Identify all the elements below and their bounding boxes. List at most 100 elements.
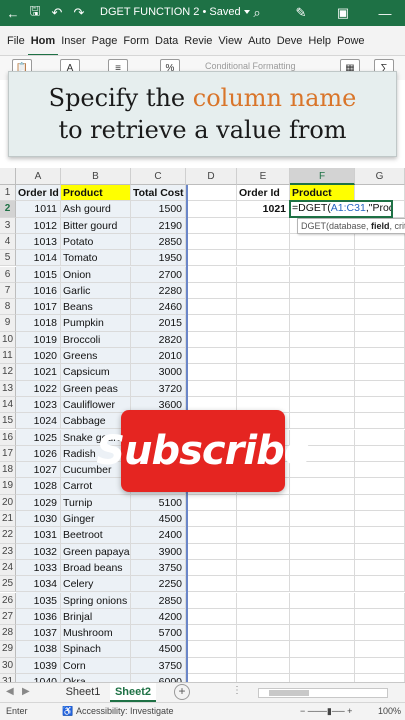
grid-cell[interactable]	[186, 592, 237, 609]
conditional-formatting-button[interactable]: Conditional Formatting	[205, 61, 296, 71]
cell-product[interactable]: Brinjal	[61, 608, 131, 626]
header-product[interactable]: Product	[61, 185, 131, 202]
grid-cell[interactable]	[355, 299, 405, 316]
grid-cell[interactable]	[290, 250, 355, 267]
cell-order-id[interactable]: 1020	[16, 348, 61, 365]
cell-order-id[interactable]: 1032	[16, 543, 61, 560]
cell-product[interactable]: Ash gourd	[61, 201, 131, 218]
header-total-cost[interactable]: Total Cost	[131, 185, 186, 202]
cell-order-id[interactable]: 1037	[16, 625, 61, 642]
grid-cell[interactable]	[355, 380, 405, 397]
row-header[interactable]: 25	[0, 576, 16, 593]
row-header[interactable]: 8	[0, 299, 16, 316]
accessibility-status[interactable]: Accessibility: Investigate	[76, 703, 174, 720]
grid-cell[interactable]	[237, 380, 290, 397]
cell-order-id[interactable]: 1014	[16, 250, 61, 267]
cell-total-cost[interactable]: 2400	[131, 527, 186, 544]
cell-total-cost[interactable]: 4200	[131, 608, 186, 626]
row-header[interactable]: 26	[0, 592, 16, 609]
cell-order-id[interactable]: 1012	[16, 217, 61, 234]
cell-total-cost[interactable]: 3750	[131, 559, 186, 577]
cell-order-id[interactable]: 1017	[16, 299, 61, 316]
cell-product[interactable]: Mushroom	[61, 625, 131, 642]
cell-order-id[interactable]: 1033	[16, 559, 61, 577]
menu-review[interactable]: Revie	[181, 26, 215, 55]
column-header-a[interactable]: A	[16, 168, 61, 185]
cell-product[interactable]: Capsicum	[61, 364, 131, 381]
cell-order-id[interactable]: 1011	[16, 201, 61, 218]
cell-order-id[interactable]: 1039	[16, 657, 61, 674]
ribbon-display-icon[interactable]: ▣	[330, 0, 356, 26]
row-header[interactable]: 11	[0, 348, 16, 365]
grid-cell[interactable]	[355, 250, 405, 267]
row-header[interactable]: 1	[0, 185, 16, 202]
row-header[interactable]: 6	[0, 266, 16, 283]
cell-total-cost[interactable]: 3720	[131, 380, 186, 397]
grid-cell[interactable]	[355, 478, 405, 495]
pen-icon[interactable]: ✎	[288, 0, 314, 26]
cell-order-id[interactable]: 1018	[16, 315, 61, 332]
grid-cell[interactable]	[355, 527, 405, 544]
grid-cell[interactable]	[237, 527, 290, 544]
grid-cell[interactable]	[186, 641, 237, 658]
grid-cell[interactable]	[355, 592, 405, 609]
grid-cell[interactable]	[290, 608, 355, 626]
grid-cell[interactable]	[355, 559, 405, 577]
zoom-level[interactable]: 100%	[378, 703, 401, 720]
cell-order-id[interactable]: 1019	[16, 331, 61, 348]
grid-cell[interactable]	[186, 250, 237, 267]
grid-cell[interactable]	[290, 494, 355, 511]
row-header[interactable]: 7	[0, 282, 16, 300]
grid-cell[interactable]	[237, 233, 290, 251]
grid-cell[interactable]	[355, 641, 405, 658]
function-hint-tooltip[interactable]: DGET(database, field, crit	[297, 218, 405, 234]
cell-total-cost[interactable]: 2015	[131, 315, 186, 332]
grid-cell[interactable]	[355, 233, 405, 251]
grid-cell[interactable]	[290, 592, 355, 609]
row-header[interactable]: 13	[0, 380, 16, 397]
cell-total-cost[interactable]: 5100	[131, 494, 186, 511]
grid-cell[interactable]	[186, 331, 237, 348]
cell-total-cost[interactable]: 1950	[131, 250, 186, 267]
grid-cell[interactable]	[355, 396, 405, 414]
grid-cell[interactable]	[290, 233, 355, 251]
row-header[interactable]: 19	[0, 478, 16, 495]
grid-cell[interactable]	[186, 511, 237, 528]
row-header[interactable]: 12	[0, 364, 16, 381]
header-order-id[interactable]: Order Id	[16, 185, 61, 202]
row-header[interactable]: 23	[0, 543, 16, 560]
row-header[interactable]: 24	[0, 559, 16, 577]
grid-cell[interactable]	[186, 527, 237, 544]
grid-cell[interactable]	[290, 576, 355, 593]
grid-cell[interactable]	[237, 315, 290, 332]
column-header-c[interactable]: C	[131, 168, 186, 185]
cell-order-id[interactable]: 1013	[16, 233, 61, 251]
tab-prev-icon[interactable]: ◀	[6, 686, 14, 697]
column-header-b[interactable]: B	[61, 168, 131, 185]
grid-cell[interactable]	[355, 543, 405, 560]
grid-cell[interactable]	[355, 348, 405, 365]
grid-cell[interactable]	[355, 494, 405, 511]
cell-order-id[interactable]: 1035	[16, 592, 61, 609]
cell-product[interactable]: Greens	[61, 348, 131, 365]
cell-product[interactable]: Ginger	[61, 511, 131, 528]
cell-order-id[interactable]: 1024	[16, 413, 61, 430]
cell-order-id[interactable]: 1026	[16, 445, 61, 463]
grid-cell[interactable]	[355, 331, 405, 348]
grid-cell[interactable]	[355, 364, 405, 381]
grid-cell[interactable]	[186, 657, 237, 674]
grid-cell[interactable]	[237, 641, 290, 658]
cell-total-cost[interactable]: 2280	[131, 282, 186, 300]
add-sheet-button[interactable]: +	[174, 684, 190, 700]
cell-product[interactable]: Green peas	[61, 380, 131, 397]
cell-total-cost[interactable]: 2850	[131, 233, 186, 251]
grid-cell[interactable]	[355, 266, 405, 283]
horizontal-scrollbar[interactable]	[258, 688, 388, 698]
grid-cell[interactable]	[355, 462, 405, 479]
row-header[interactable]: 10	[0, 331, 16, 348]
cell-product[interactable]: Spinach	[61, 641, 131, 658]
cell-product[interactable]: Garlic	[61, 282, 131, 300]
grid-cell[interactable]	[237, 511, 290, 528]
grid-cell[interactable]	[290, 348, 355, 365]
grid-cell[interactable]	[355, 315, 405, 332]
